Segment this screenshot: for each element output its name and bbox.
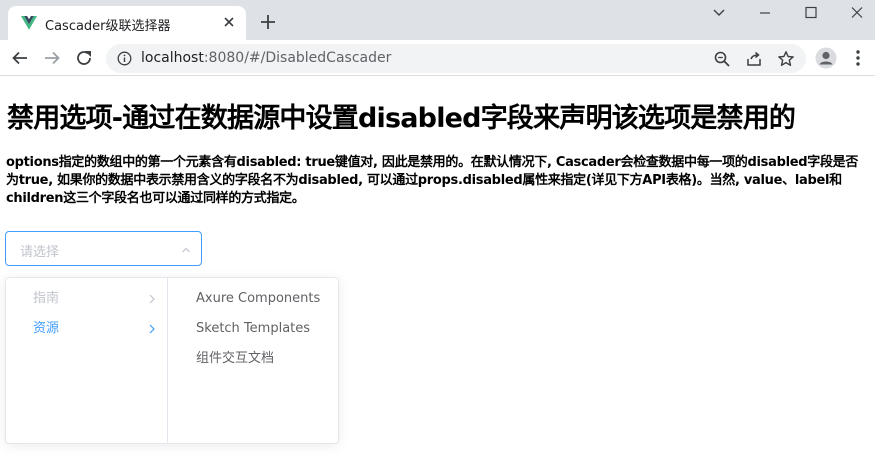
cascader-node-guide: 指南 — [6, 284, 167, 314]
tab-title: Cascader级联选择器 — [45, 19, 171, 34]
chevron-down-icon[interactable] — [707, 2, 731, 24]
cascader-node-label: 组件交互文档 — [196, 351, 275, 366]
share-icon[interactable] — [745, 50, 763, 68]
more-icon[interactable] — [852, 49, 864, 67]
page-description: options指定的数组中的第一个元素含有disabled: true键值对, … — [6, 155, 859, 206]
cascader-menu-level-1: 指南 资源 — [6, 278, 168, 443]
chevron-right-icon — [149, 324, 155, 334]
cascader-placeholder: 请选择 — [20, 245, 60, 260]
minimize-icon[interactable] — [753, 2, 777, 24]
address-bar[interactable]: localhost:8080/#/DisabledCascader — [106, 44, 806, 73]
cascader-node-label: Axure Components — [196, 291, 321, 306]
page-title: 禁用选项-通过在数据源中设置disabled字段来声明该选项是禁用的 — [7, 103, 796, 134]
browser-toolbar: localhost:8080/#/DisabledCascader — [0, 40, 875, 76]
cascader-input[interactable]: 请选择 — [5, 231, 202, 266]
close-icon[interactable] — [221, 14, 237, 30]
url-host: localhost — [141, 50, 204, 66]
cascader-node-axure[interactable]: Axure Components — [168, 284, 340, 314]
cascader-node-resources[interactable]: 资源 — [6, 314, 167, 344]
back-arrow-icon[interactable] — [10, 48, 30, 68]
plus-icon[interactable] — [258, 12, 278, 32]
url-path: :8080/#/DisabledCascader — [203, 50, 392, 66]
cascader-dropdown: 指南 资源 Axure Components Sketch Templates … — [5, 277, 339, 444]
cascader-menu-level-2: Axure Components Sketch Templates 组件交互文档 — [168, 278, 340, 443]
url-text[interactable]: localhost:8080/#/DisabledCascader — [141, 50, 391, 66]
window-close-icon[interactable] — [845, 2, 869, 24]
profile-icon[interactable] — [815, 47, 837, 69]
chevron-right-icon — [149, 294, 155, 304]
forward-arrow-icon[interactable] — [42, 48, 62, 68]
cascader-node-label: 资源 — [33, 321, 60, 336]
cascader-node-label: 指南 — [33, 291, 60, 306]
cascader-node-label: Sketch Templates — [196, 321, 311, 336]
maximize-icon[interactable] — [799, 2, 823, 24]
zoom-icon[interactable] — [713, 50, 731, 68]
star-icon[interactable] — [777, 50, 795, 68]
tab-strip: Cascader级联选择器 — [0, 0, 875, 40]
reload-icon[interactable] — [74, 48, 94, 68]
vue-logo-icon — [21, 16, 37, 30]
chevron-up-icon — [182, 247, 190, 253]
cascader-node-docs[interactable]: 组件交互文档 — [168, 344, 340, 374]
cascader-node-sketch[interactable]: Sketch Templates — [168, 314, 340, 344]
browser-tab[interactable]: Cascader级联选择器 — [8, 6, 246, 40]
info-icon[interactable] — [117, 51, 132, 66]
